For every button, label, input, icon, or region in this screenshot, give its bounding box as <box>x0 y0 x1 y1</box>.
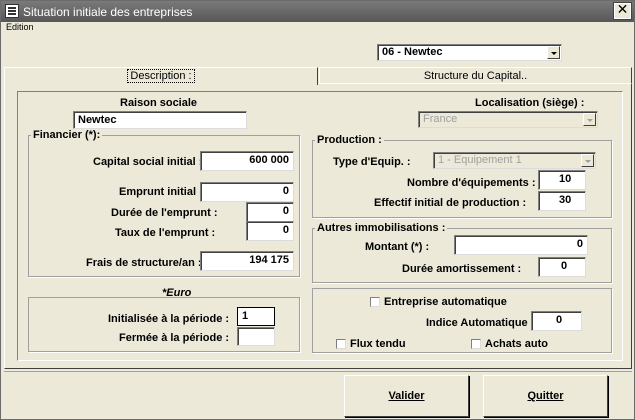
chevron-down-icon <box>583 113 596 126</box>
tab-description[interactable]: Description : <box>4 67 318 85</box>
capital-input[interactable]: 600 000 <box>200 151 294 171</box>
nb-equip-input[interactable]: 10 <box>538 170 586 190</box>
type-equip-select: 1 - Equipement 1 <box>433 152 596 169</box>
tab-description-label: Description : <box>127 69 195 83</box>
taux-emprunt-label: Taux de l'emprunt : <box>115 227 216 239</box>
localisation-value: France <box>423 113 458 125</box>
emprunt-input[interactable]: 0 <box>200 182 294 202</box>
window-title: Situation initiale des entreprises <box>23 5 193 19</box>
entreprise-auto-checkbox[interactable] <box>370 297 380 307</box>
duree-emprunt-label: Durée de l'emprunt : <box>111 207 218 219</box>
achats-auto-checkbox[interactable] <box>471 339 481 349</box>
frais-label: Frais de structure/an : <box>86 257 202 269</box>
effectif-input[interactable]: 30 <box>538 191 586 211</box>
quitter-button[interactable]: Quitter <box>483 375 608 417</box>
duree-amort-input[interactable]: 0 <box>538 257 586 277</box>
montant-label: Montant (*) : <box>365 241 430 253</box>
close-button[interactable]: ✕ <box>613 2 632 20</box>
chevron-down-icon <box>581 154 594 167</box>
localisation-select: France <box>418 111 598 128</box>
type-equip-value: 1 - Equipement 1 <box>438 154 522 166</box>
init-periode-input[interactable]: 1 <box>237 307 275 326</box>
frais-input[interactable]: 194 175 <box>200 251 294 271</box>
duree-emprunt-input[interactable]: 0 <box>246 202 294 222</box>
taux-emprunt-input[interactable]: 0 <box>246 221 294 241</box>
company-select[interactable]: 06 - Newtec <box>377 44 562 61</box>
entreprise-auto-label: Entreprise automatique <box>384 296 507 308</box>
quitter-label: Quitter <box>527 390 564 402</box>
duree-amort-label: Durée amortissement : <box>402 263 522 275</box>
raison-label: Raison sociale <box>120 97 198 109</box>
raison-input[interactable]: Newtec <box>73 111 247 129</box>
flux-tendu-label: Flux tendu <box>350 338 406 350</box>
indice-auto-input[interactable]: 0 <box>531 311 582 331</box>
valider-label: Valider <box>388 390 425 402</box>
chevron-down-icon[interactable] <box>547 46 560 59</box>
tab-structure-label: Structure du Capital.. <box>423 70 528 82</box>
production-legend: Production : <box>315 134 384 146</box>
localisation-label: Localisation (siège) : <box>475 97 585 109</box>
valider-button[interactable]: Valider <box>344 375 469 417</box>
emprunt-label: Emprunt initial : <box>119 186 203 198</box>
company-select-value: 06 - Newtec <box>382 46 443 58</box>
dialog-window: Situation initiale des entreprises ✕ Edi… <box>0 0 635 420</box>
montant-input[interactable]: 0 <box>454 235 588 255</box>
menu-edition[interactable]: Edition <box>6 22 34 32</box>
capital-label: Capital social initial : <box>93 156 203 168</box>
indice-auto-label: Indice Automatique <box>426 317 528 329</box>
fermee-periode-input[interactable] <box>237 327 275 346</box>
immobilisations-legend: Autres immobilisations : <box>315 222 448 234</box>
init-periode-label: Initialisée à la période : <box>108 313 230 325</box>
menu-bar: Edition <box>1 22 634 35</box>
nb-equip-label: Nombre d'équipements : <box>407 177 536 189</box>
achats-auto-label: Achats auto <box>485 338 548 350</box>
effectif-label: Effectif initial de production : <box>374 197 527 209</box>
fermee-periode-label: Fermée à la période : <box>119 332 230 344</box>
app-icon <box>5 4 19 18</box>
financier-legend: Financier (*): <box>31 129 103 141</box>
title-bar[interactable]: Situation initiale des entreprises ✕ <box>1 1 634 22</box>
type-equip-label: Type d'Equip. : <box>333 156 411 168</box>
flux-tendu-checkbox[interactable] <box>336 339 346 349</box>
